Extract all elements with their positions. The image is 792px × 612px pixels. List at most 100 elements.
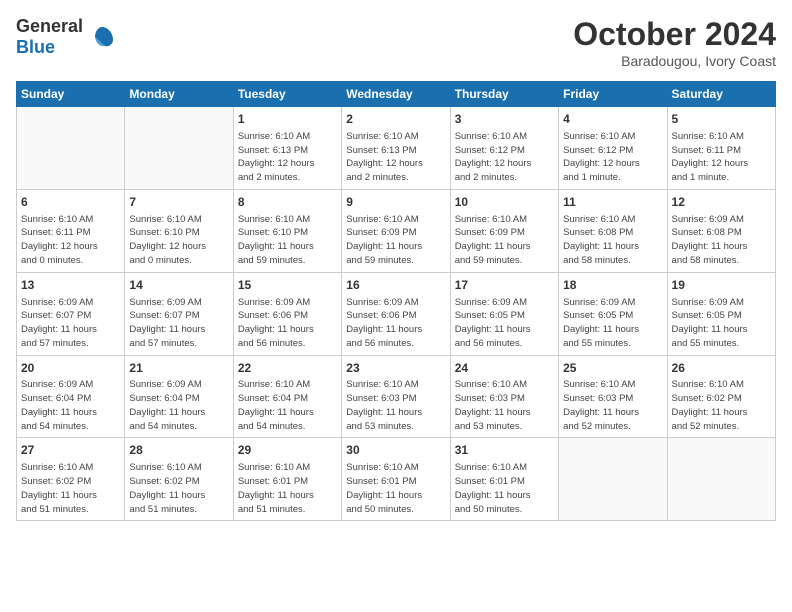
day-number: 17 — [455, 277, 554, 294]
table-row: 7 Sunrise: 6:10 AM Sunset: 6:10 PM Daylig… — [125, 189, 233, 272]
day-number: 2 — [346, 111, 445, 128]
table-row: 2 Sunrise: 6:10 AM Sunset: 6:13 PM Daylig… — [342, 107, 450, 190]
day-number: 29 — [238, 442, 337, 459]
table-row: 14 Sunrise: 6:09 AM Sunset: 6:07 PM Dayli… — [125, 272, 233, 355]
day-info: Sunrise: 6:10 AM Sunset: 6:12 PM Dayligh… — [455, 130, 554, 185]
day-info: Sunrise: 6:09 AM Sunset: 6:07 PM Dayligh… — [21, 296, 120, 351]
day-info: Sunrise: 6:10 AM Sunset: 6:08 PM Dayligh… — [563, 213, 662, 268]
month-year-title: October 2024 — [573, 16, 776, 53]
day-number: 28 — [129, 442, 228, 459]
table-row: 24Sunrise: 6:10 AM Sunset: 6:03 PM Dayli… — [450, 355, 558, 438]
table-row: 21Sunrise: 6:09 AM Sunset: 6:04 PM Dayli… — [125, 355, 233, 438]
day-number: 13 — [21, 277, 120, 294]
logo: General Blue — [16, 16, 117, 58]
table-row: 18Sunrise: 6:09 AM Sunset: 6:05 PM Dayli… — [559, 272, 667, 355]
day-number: 24 — [455, 360, 554, 377]
day-number: 4 — [563, 111, 662, 128]
day-number: 11 — [563, 194, 662, 211]
logo-icon — [87, 22, 117, 52]
day-info: Sunrise: 6:10 AM Sunset: 6:12 PM Dayligh… — [563, 130, 662, 185]
day-info: Sunrise: 6:10 AM Sunset: 6:10 PM Dayligh… — [129, 213, 228, 268]
day-info: Sunrise: 6:10 AM Sunset: 6:03 PM Dayligh… — [346, 378, 445, 433]
day-info: Sunrise: 6:09 AM Sunset: 6:08 PM Dayligh… — [672, 213, 771, 268]
day-info: Sunrise: 6:10 AM Sunset: 6:13 PM Dayligh… — [346, 130, 445, 185]
table-row: 11 Sunrise: 6:10 AM Sunset: 6:08 PM Dayli… — [559, 189, 667, 272]
day-info: Sunrise: 6:10 AM Sunset: 6:13 PM Dayligh… — [238, 130, 337, 185]
table-row: 17 Sunrise: 6:09 AM Sunset: 6:05 PM Dayli… — [450, 272, 558, 355]
day-number: 23 — [346, 360, 445, 377]
table-row: 8Sunrise: 6:10 AM Sunset: 6:10 PM Daylig… — [233, 189, 341, 272]
day-info: Sunrise: 6:10 AM Sunset: 6:09 PM Dayligh… — [455, 213, 554, 268]
day-number: 19 — [672, 277, 771, 294]
col-monday: Monday — [125, 82, 233, 107]
calendar-week-row: 20 Sunrise: 6:09 AM Sunset: 6:04 PM Dayli… — [17, 355, 776, 438]
day-info: Sunrise: 6:09 AM Sunset: 6:07 PM Dayligh… — [129, 296, 228, 351]
day-number: 9 — [346, 194, 445, 211]
table-row: 26Sunrise: 6:10 AM Sunset: 6:02 PM Dayli… — [667, 355, 775, 438]
day-number: 1 — [238, 111, 337, 128]
table-row: 27 Sunrise: 6:10 AM Sunset: 6:02 PM Dayli… — [17, 438, 125, 521]
day-number: 6 — [21, 194, 120, 211]
table-row: 15 Sunrise: 6:09 AM Sunset: 6:06 PM Dayli… — [233, 272, 341, 355]
day-number: 3 — [455, 111, 554, 128]
table-row: 12 Sunrise: 6:09 AM Sunset: 6:08 PM Dayli… — [667, 189, 775, 272]
calendar-week-row: 13 Sunrise: 6:09 AM Sunset: 6:07 PM Dayli… — [17, 272, 776, 355]
table-row: 10 Sunrise: 6:10 AM Sunset: 6:09 PM Dayli… — [450, 189, 558, 272]
day-number: 31 — [455, 442, 554, 459]
day-info: Sunrise: 6:10 AM Sunset: 6:04 PM Dayligh… — [238, 378, 337, 433]
calendar-table: Sunday Monday Tuesday Wednesday Thursday… — [16, 81, 776, 521]
col-sunday: Sunday — [17, 82, 125, 107]
calendar-week-row: 1 Sunrise: 6:10 AM Sunset: 6:13 PM Daylig… — [17, 107, 776, 190]
day-info: Sunrise: 6:09 AM Sunset: 6:06 PM Dayligh… — [238, 296, 337, 351]
table-row: 28 Sunrise: 6:10 AM Sunset: 6:02 PM Dayli… — [125, 438, 233, 521]
day-number: 12 — [672, 194, 771, 211]
day-number: 16 — [346, 277, 445, 294]
day-info: Sunrise: 6:10 AM Sunset: 6:03 PM Dayligh… — [455, 378, 554, 433]
col-friday: Friday — [559, 82, 667, 107]
title-block: October 2024 Baradougou, Ivory Coast — [573, 16, 776, 69]
day-number: 7 — [129, 194, 228, 211]
table-row: 25Sunrise: 6:10 AM Sunset: 6:03 PM Dayli… — [559, 355, 667, 438]
day-number: 21 — [129, 360, 228, 377]
day-info: Sunrise: 6:09 AM Sunset: 6:04 PM Dayligh… — [129, 378, 228, 433]
day-number: 26 — [672, 360, 771, 377]
page-header: General Blue October 2024 Baradougou, Iv… — [16, 16, 776, 69]
table-row: 22Sunrise: 6:10 AM Sunset: 6:04 PM Dayli… — [233, 355, 341, 438]
table-row — [125, 107, 233, 190]
day-number: 5 — [672, 111, 771, 128]
table-row: 1 Sunrise: 6:10 AM Sunset: 6:13 PM Daylig… — [233, 107, 341, 190]
day-number: 10 — [455, 194, 554, 211]
day-number: 20 — [21, 360, 120, 377]
day-info: Sunrise: 6:10 AM Sunset: 6:02 PM Dayligh… — [129, 461, 228, 516]
col-tuesday: Tuesday — [233, 82, 341, 107]
day-number: 8 — [238, 194, 337, 211]
day-number: 25 — [563, 360, 662, 377]
table-row: 30Sunrise: 6:10 AM Sunset: 6:01 PM Dayli… — [342, 438, 450, 521]
calendar-header-row: Sunday Monday Tuesday Wednesday Thursday… — [17, 82, 776, 107]
day-number: 27 — [21, 442, 120, 459]
day-info: Sunrise: 6:09 AM Sunset: 6:05 PM Dayligh… — [672, 296, 771, 351]
day-info: Sunrise: 6:09 AM Sunset: 6:05 PM Dayligh… — [455, 296, 554, 351]
day-info: Sunrise: 6:10 AM Sunset: 6:02 PM Dayligh… — [672, 378, 771, 433]
day-info: Sunrise: 6:10 AM Sunset: 6:02 PM Dayligh… — [21, 461, 120, 516]
col-wednesday: Wednesday — [342, 82, 450, 107]
day-number: 15 — [238, 277, 337, 294]
table-row: 4 Sunrise: 6:10 AM Sunset: 6:12 PM Daylig… — [559, 107, 667, 190]
day-number: 14 — [129, 277, 228, 294]
day-info: Sunrise: 6:10 AM Sunset: 6:03 PM Dayligh… — [563, 378, 662, 433]
table-row: 29Sunrise: 6:10 AM Sunset: 6:01 PM Dayli… — [233, 438, 341, 521]
calendar-week-row: 6 Sunrise: 6:10 AM Sunset: 6:11 PM Daylig… — [17, 189, 776, 272]
table-row: 23Sunrise: 6:10 AM Sunset: 6:03 PM Dayli… — [342, 355, 450, 438]
day-info: Sunrise: 6:09 AM Sunset: 6:05 PM Dayligh… — [563, 296, 662, 351]
day-info: Sunrise: 6:10 AM Sunset: 6:11 PM Dayligh… — [21, 213, 120, 268]
logo-general-text: General — [16, 16, 83, 37]
table-row: 20Sunrise: 6:09 AM Sunset: 6:04 PM Dayli… — [17, 355, 125, 438]
table-row: 9Sunrise: 6:10 AM Sunset: 6:09 PM Daylig… — [342, 189, 450, 272]
day-info: Sunrise: 6:10 AM Sunset: 6:11 PM Dayligh… — [672, 130, 771, 185]
calendar-week-row: 27 Sunrise: 6:10 AM Sunset: 6:02 PM Dayli… — [17, 438, 776, 521]
col-thursday: Thursday — [450, 82, 558, 107]
table-row — [559, 438, 667, 521]
day-info: Sunrise: 6:10 AM Sunset: 6:01 PM Dayligh… — [455, 461, 554, 516]
col-saturday: Saturday — [667, 82, 775, 107]
table-row: 13 Sunrise: 6:09 AM Sunset: 6:07 PM Dayli… — [17, 272, 125, 355]
